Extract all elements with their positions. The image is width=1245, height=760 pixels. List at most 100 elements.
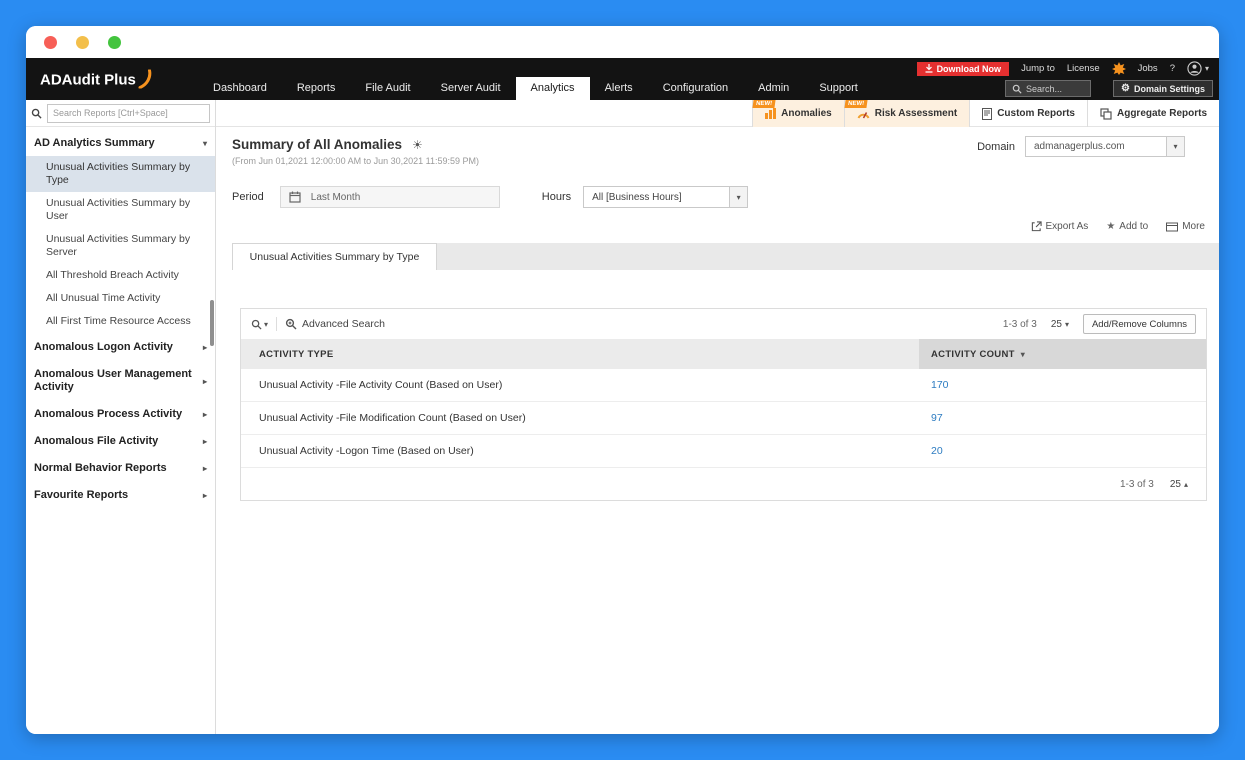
nav-tab-file-audit[interactable]: File Audit (350, 77, 425, 100)
download-now-button[interactable]: Download Now (916, 61, 1010, 76)
nav-tab-support[interactable]: Support (804, 77, 873, 100)
sidebar-item-unusual-activities-summary-by-type[interactable]: Unusual Activities Summary by Type (26, 156, 215, 192)
download-now-label: Download Now (936, 63, 1002, 74)
period-value: Last Month (310, 191, 361, 203)
sidebar-item-all-first-time-resource-access[interactable]: All First Time Resource Access (26, 310, 215, 333)
advanced-search-button[interactable]: Advanced Search (285, 318, 385, 330)
sidebar-item-all-threshold-breach-activity[interactable]: All Threshold Breach Activity (26, 264, 215, 287)
tab-label: Custom Reports (997, 108, 1075, 119)
chevron-right-icon: ▸ (202, 343, 207, 352)
gear-icon: ⚙ (1121, 82, 1130, 94)
table-row: Unusual Activity -File Modification Coun… (241, 402, 1206, 435)
section-label: Normal Behavior Reports (34, 462, 167, 474)
more-icon (1166, 222, 1179, 231)
sidebar-section-anomalous-file-activity[interactable]: Anomalous File Activity ▸ (26, 427, 215, 454)
nav-tab-server-audit[interactable]: Server Audit (426, 77, 516, 100)
page-size-dropdown[interactable]: 25 ▾ (1051, 319, 1069, 330)
nav-tab-analytics[interactable]: Analytics (515, 77, 590, 100)
tab-custom-reports[interactable]: Custom Reports (969, 100, 1087, 127)
activity-type-cell: Unusual Activity -File Activity Count (B… (259, 379, 503, 391)
add-remove-columns-button[interactable]: Add/Remove Columns (1082, 314, 1196, 334)
pagination-range: 1-3 of 3 (1119, 478, 1154, 490)
user-menu[interactable]: ▾ (1187, 61, 1209, 76)
global-search-placeholder: Search... (1026, 83, 1063, 94)
chevron-down-icon: ▾ (1064, 319, 1069, 329)
sidebar-search-row (26, 100, 215, 127)
sidebar-section-ad-analytics-summary[interactable]: AD Analytics Summary ▾ (26, 129, 215, 156)
window-close-button[interactable] (44, 35, 57, 49)
add-to-button[interactable]: ★ Add to (1106, 221, 1148, 232)
tab-label: Aggregate Reports (1116, 108, 1207, 119)
nav-tab-reports[interactable]: Reports (282, 77, 351, 100)
table-row: Unusual Activity -Logon Time (Based on U… (241, 435, 1206, 468)
pagination-range: 1-3 of 3 (1002, 318, 1037, 330)
whats-new-icon[interactable] (1111, 62, 1126, 75)
primary-nav: Dashboard Reports File Audit Server Audi… (198, 77, 873, 100)
sidebar-section-anomalous-logon-activity[interactable]: Anomalous Logon Activity ▸ (26, 333, 215, 360)
export-as-button[interactable]: Export As (1031, 221, 1088, 232)
tab-anomalies[interactable]: NEW! Anomalies (752, 100, 844, 127)
page-size-dropdown[interactable]: 25 ▴ (1170, 479, 1188, 490)
chevron-down-icon: ▾ (1173, 142, 1178, 151)
section-label: Anomalous File Activity (34, 435, 159, 447)
activity-count-link[interactable]: 20 (931, 445, 943, 457)
column-header-activity-type[interactable]: ACTIVITY TYPE (241, 339, 919, 369)
page-title: Summary of All Anomalies (232, 137, 403, 152)
report-search-input[interactable] (47, 103, 210, 123)
hours-value: All [Business Hours] (592, 191, 682, 203)
table-row: Unusual Activity -File Activity Count (B… (241, 369, 1206, 402)
more-button[interactable]: More (1166, 221, 1205, 232)
column-header-label: ACTIVITY COUNT (931, 348, 1015, 360)
domain-select[interactable]: admanagerplus.com ▾ (1025, 136, 1185, 157)
sidebar-section-favourite-reports[interactable]: Favourite Reports ▸ (26, 481, 215, 508)
column-header-activity-count[interactable]: ACTIVITY COUNT ▾ (919, 339, 1206, 369)
nav-tab-admin[interactable]: Admin (743, 77, 804, 100)
schedule-report-icon[interactable]: ☀ (412, 138, 423, 152)
risk-assessment-icon (857, 112, 870, 119)
logo-swoosh-icon (138, 69, 152, 89)
chevron-right-icon: ▸ (202, 491, 207, 500)
window-titlebar (26, 26, 1219, 58)
section-label: Anomalous Logon Activity (34, 341, 173, 353)
jobs-link[interactable]: Jobs (1138, 63, 1158, 74)
sidebar-item-unusual-activities-summary-by-user[interactable]: Unusual Activities Summary by User (26, 192, 215, 228)
section-label: AD Analytics Summary (34, 137, 155, 149)
nav-tab-configuration[interactable]: Configuration (648, 77, 743, 100)
report-tree: AD Analytics Summary ▾ Unusual Activitie… (26, 127, 215, 508)
window-zoom-button[interactable] (108, 35, 121, 49)
jump-to-link[interactable]: Jump to (1021, 63, 1055, 74)
nav-tab-dashboard[interactable]: Dashboard (198, 77, 282, 100)
page-size-value: 25 (1169, 478, 1181, 490)
sidebar-section-normal-behavior-reports[interactable]: Normal Behavior Reports ▸ (26, 454, 215, 481)
activity-count-link[interactable]: 170 (931, 379, 949, 391)
tab-aggregate-reports[interactable]: Aggregate Reports (1086, 100, 1219, 127)
window-minimize-button[interactable] (76, 35, 89, 49)
report-table-card: ▾ Advanced Search 1-3 of 3 25 ▾ Add/Remo… (240, 308, 1207, 501)
tab-risk-assessment[interactable]: NEW! Risk Assessment (843, 100, 970, 127)
sidebar-section-anomalous-user-management-activity[interactable]: Anomalous User Management Activity ▸ (26, 360, 215, 400)
hours-select[interactable]: All [Business Hours] ▾ (583, 186, 749, 208)
license-link[interactable]: License (1067, 63, 1100, 74)
sidebar-section-anomalous-process-activity[interactable]: Anomalous Process Activity ▸ (26, 400, 215, 427)
domain-settings-button[interactable]: ⚙ Domain Settings (1113, 80, 1213, 97)
sidebar-scrollbar-thumb[interactable] (210, 300, 214, 346)
global-search-box[interactable]: Search... (1005, 80, 1091, 97)
nav-tab-alerts[interactable]: Alerts (590, 77, 648, 100)
section-label: Anomalous User Management Activity (34, 368, 192, 393)
tab-unusual-activities-summary-by-type[interactable]: Unusual Activities Summary by Type (232, 243, 437, 270)
app-header: ADAudit Plus Download Now Jump to Licens… (26, 58, 1219, 100)
app-logo[interactable]: ADAudit Plus (40, 69, 152, 89)
activity-type-cell: Unusual Activity -Logon Time (Based on U… (259, 445, 474, 457)
app-window: ADAudit Plus Download Now Jump to Licens… (26, 26, 1219, 734)
star-icon: ★ (1106, 220, 1116, 232)
help-button[interactable]: ? (1170, 63, 1175, 74)
column-search-button[interactable]: ▾ (251, 319, 268, 330)
search-icon[interactable] (31, 108, 42, 119)
period-input[interactable]: Last Month (279, 186, 500, 208)
sidebar-item-unusual-activities-summary-by-server[interactable]: Unusual Activities Summary by Server (26, 228, 215, 264)
sidebar-item-all-unusual-time-activity[interactable]: All Unusual Time Activity (26, 287, 215, 310)
tab-label: Anomalies (781, 108, 832, 119)
toolbar-divider (276, 317, 278, 331)
activity-count-link[interactable]: 97 (931, 412, 943, 424)
add-to-label: Add to (1119, 220, 1149, 232)
